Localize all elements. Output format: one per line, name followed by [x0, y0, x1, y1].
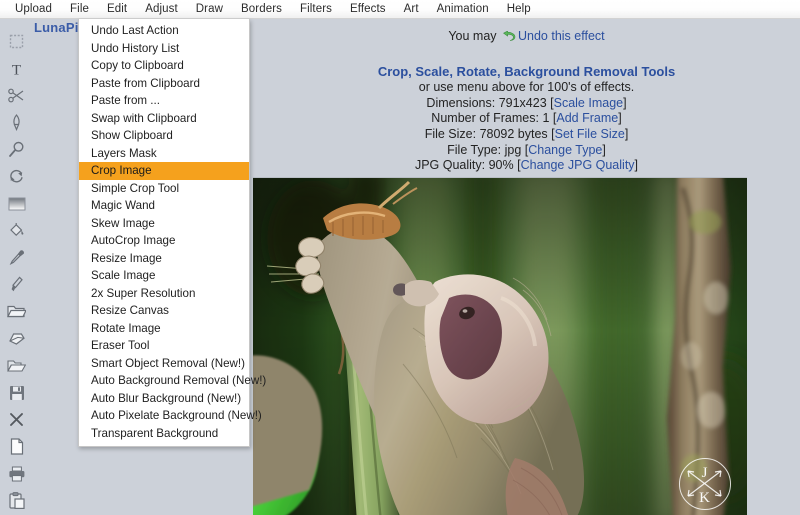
watermark-letter-k: K: [699, 490, 710, 506]
menu-effects[interactable]: Effects: [341, 1, 395, 18]
edit-dropdown-menu: Undo Last Action Undo History List Copy …: [78, 19, 250, 447]
dropdown-item-undo-history-list[interactable]: Undo History List: [79, 40, 249, 58]
undo-arrow-icon: [503, 31, 516, 47]
dropdown-item-skew-image[interactable]: Skew Image: [79, 215, 249, 233]
dropdown-item-transparent-background[interactable]: Transparent Background: [79, 425, 249, 443]
gradient-icon[interactable]: [0, 190, 33, 217]
jpg-quality-value: 90%: [489, 158, 514, 172]
dropdown-item-eraser-tool[interactable]: Eraser Tool: [79, 337, 249, 355]
dropdown-item-show-clipboard[interactable]: Show Clipboard: [79, 127, 249, 145]
text-icon[interactable]: T: [0, 55, 33, 82]
pen-icon[interactable]: [0, 109, 33, 136]
rotate-icon[interactable]: [0, 163, 33, 190]
paint-bucket-icon[interactable]: [0, 217, 33, 244]
close-icon[interactable]: [0, 406, 33, 433]
dropdown-item-copy-to-clipboard[interactable]: Copy to Clipboard: [79, 57, 249, 75]
undo-line: You may Undo this effect: [253, 29, 800, 47]
image-info-panel: You may Undo this effect Crop, Scale, Ro…: [253, 22, 800, 174]
filesize-value: 78092 bytes: [480, 127, 548, 141]
brush-icon[interactable]: [0, 271, 33, 298]
menu-draw[interactable]: Draw: [187, 1, 232, 18]
filetype-label: File Type:: [447, 143, 501, 157]
menu-help[interactable]: Help: [498, 1, 540, 18]
dimensions-line: Dimensions: 791x423 [Scale Image]: [253, 96, 800, 112]
dropdown-item-paste-from-clipboard[interactable]: Paste from Clipboard: [79, 75, 249, 93]
tool-rail: T: [0, 19, 33, 515]
scale-image-link[interactable]: Scale Image: [554, 96, 623, 110]
filetype-value: jpg: [505, 143, 522, 157]
filesize-line: File Size: 78092 bytes [Set File Size]: [253, 127, 800, 143]
menu-upload[interactable]: Upload: [6, 1, 61, 18]
undo-this-effect-link[interactable]: Undo this effect: [518, 29, 605, 43]
dropdown-item-crop-image[interactable]: Crop Image: [79, 162, 249, 180]
folder-icon[interactable]: [0, 298, 33, 325]
filesize-label: File Size:: [425, 127, 476, 141]
image-canvas[interactable]: J K: [253, 177, 747, 515]
frames-label: Number of Frames:: [431, 111, 539, 125]
menu-borders[interactable]: Borders: [232, 1, 291, 18]
marquee-select-icon[interactable]: [0, 28, 33, 55]
lunapic-app: Upload File Edit Adjust Draw Borders Fil…: [0, 0, 800, 515]
menu-filters[interactable]: Filters: [291, 1, 341, 18]
dropdown-item-auto-pixelate-background[interactable]: Auto Pixelate Background (New!): [79, 407, 249, 425]
menu-adjust[interactable]: Adjust: [136, 1, 187, 18]
change-jpg-quality-link[interactable]: Change JPG Quality: [521, 158, 635, 172]
scissors-icon[interactable]: [0, 82, 33, 109]
eraser-icon[interactable]: [0, 325, 33, 352]
menu-art[interactable]: Art: [395, 1, 428, 18]
dropdown-item-swap-with-clipboard[interactable]: Swap with Clipboard: [79, 110, 249, 128]
save-icon[interactable]: [0, 379, 33, 406]
eyedropper-icon[interactable]: [0, 244, 33, 271]
dropdown-item-layers-mask[interactable]: Layers Mask: [79, 145, 249, 163]
crop-scale-rotate-tools-title[interactable]: Crop, Scale, Rotate, Background Removal …: [253, 64, 800, 80]
menu-edit[interactable]: Edit: [98, 1, 136, 18]
dropdown-item-rotate-image[interactable]: Rotate Image: [79, 320, 249, 338]
menu-animation[interactable]: Animation: [428, 1, 498, 18]
filetype-line: File Type: jpg [Change Type]: [253, 143, 800, 159]
dimensions-label: Dimensions:: [426, 96, 495, 110]
frames-value: 1: [542, 111, 549, 125]
dropdown-item-auto-background-removal[interactable]: Auto Background Removal (New!): [79, 372, 249, 390]
menu-bar: Upload File Edit Adjust Draw Borders Fil…: [0, 0, 800, 19]
dropdown-item-resize-image[interactable]: Resize Image: [79, 250, 249, 268]
dropdown-item-scale-image[interactable]: Scale Image: [79, 267, 249, 285]
frames-line: Number of Frames: 1 [Add Frame]: [253, 111, 800, 127]
undo-prefix-text: You may: [448, 29, 500, 43]
sloth-photo-svg: [253, 178, 747, 515]
dropdown-item-magic-wand[interactable]: Magic Wand: [79, 197, 249, 215]
dropdown-item-autocrop-image[interactable]: AutoCrop Image: [79, 232, 249, 250]
jpg-quality-label: JPG Quality:: [415, 158, 485, 172]
effects-hint-text: or use menu above for 100's of effects.: [253, 80, 800, 96]
menu-file[interactable]: File: [61, 1, 98, 18]
sloth-photo[interactable]: [253, 178, 747, 515]
print-icon[interactable]: [0, 460, 33, 487]
dropdown-item-auto-blur-background[interactable]: Auto Blur Background (New!): [79, 390, 249, 408]
add-frame-link[interactable]: Add Frame: [556, 111, 618, 125]
magnifier-icon[interactable]: [0, 136, 33, 163]
jk-watermark: J K: [679, 458, 731, 510]
jpg-quality-line: JPG Quality: 90% [Change JPG Quality]: [253, 158, 800, 174]
dropdown-item-simple-crop-tool[interactable]: Simple Crop Tool: [79, 180, 249, 198]
svg-text:T: T: [12, 62, 21, 77]
dropdown-item-2x-super-resolution[interactable]: 2x Super Resolution: [79, 285, 249, 303]
dropdown-item-smart-object-removal[interactable]: Smart Object Removal (New!): [79, 355, 249, 373]
paste-icon[interactable]: [0, 487, 33, 514]
dropdown-item-paste-from[interactable]: Paste from ...: [79, 92, 249, 110]
dropdown-item-undo-last-action[interactable]: Undo Last Action: [79, 22, 249, 40]
dimensions-value: 791x423: [499, 96, 547, 110]
set-file-size-link[interactable]: Set File Size: [555, 127, 625, 141]
new-file-icon[interactable]: [0, 433, 33, 460]
open-file-icon[interactable]: [0, 352, 33, 379]
change-type-link[interactable]: Change Type: [528, 143, 602, 157]
dropdown-item-resize-canvas[interactable]: Resize Canvas: [79, 302, 249, 320]
watermark-letter-j: J: [702, 465, 708, 481]
